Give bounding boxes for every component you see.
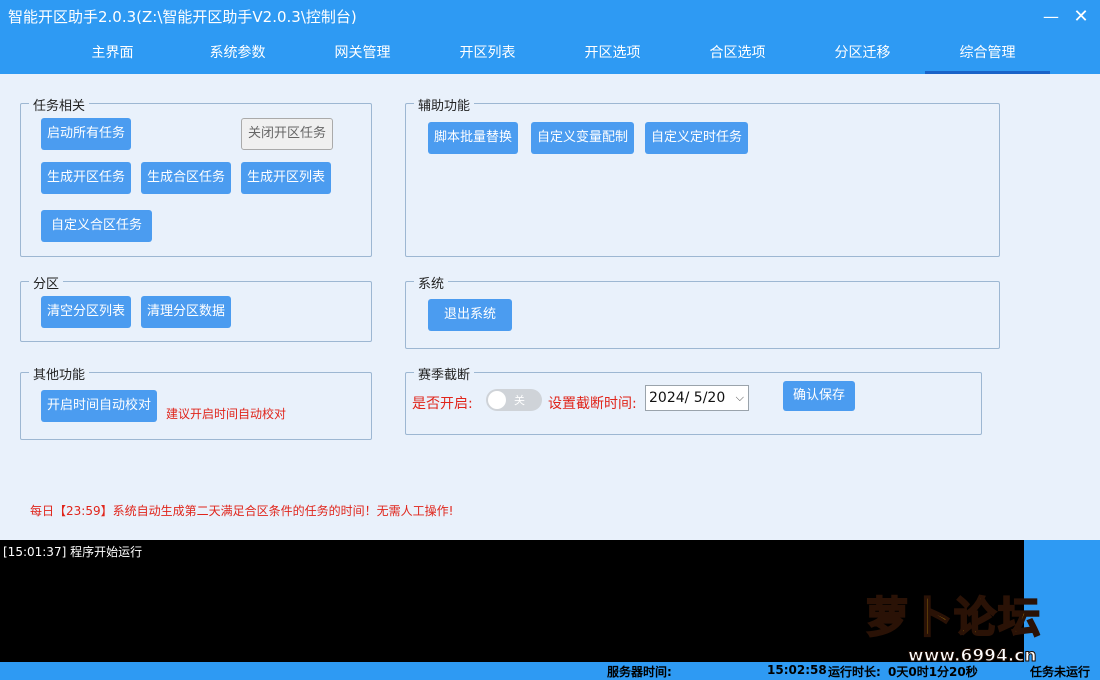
group-other-label: 其他功能 [29, 364, 90, 383]
group-task-label: 任务相关 [29, 95, 90, 114]
group-aux-label: 辅助功能 [414, 95, 475, 114]
tab-system-params[interactable]: 系统参数 [175, 36, 300, 74]
tab-gateway[interactable]: 网关管理 [300, 36, 425, 74]
tab-partition-migrate[interactable]: 分区迁移 [800, 36, 925, 74]
group-partition-label: 分区 [29, 273, 64, 292]
server-time-value: 15:02:58 [767, 663, 827, 677]
season-date-picker[interactable]: 2024/ 5/20 ⌵ [645, 385, 749, 411]
group-aux: 辅助功能 脚本批量替换 自定义变量配制 自定义定时任务 [405, 95, 1000, 257]
tab-open-list[interactable]: 开区列表 [425, 36, 550, 74]
watermark-text: 萝卜论坛 [865, 592, 1043, 643]
clean-partition-data-button[interactable]: 清理分区数据 [141, 296, 232, 328]
close-icon[interactable]: ✕ [1070, 6, 1092, 28]
group-season-label: 赛季截断 [414, 364, 475, 383]
chevron-down-icon: ⌵ [735, 391, 744, 404]
season-time-label: 设置截断时间: [548, 396, 637, 412]
window-title: 智能开区助手2.0.3(Z:\智能开区助手V2.0.3\控制台) [8, 8, 357, 26]
custom-variable-button[interactable]: 自定义变量配制 [531, 122, 635, 154]
gen-merge-task-button[interactable]: 生成合区任务 [141, 162, 232, 194]
main-panel: 任务相关 启动所有任务 关闭开区任务 生成开区任务 生成合区任务 生成开区列表 … [0, 74, 1100, 538]
group-task: 任务相关 启动所有任务 关闭开区任务 生成开区任务 生成合区任务 生成开区列表 … [20, 95, 372, 257]
group-partition: 分区 清空分区列表 清理分区数据 [20, 273, 372, 342]
close-open-task-button[interactable]: 关闭开区任务 [241, 118, 334, 150]
watermark-logo: 萝卜论坛 www.6994.cn [852, 580, 1088, 676]
tab-general-management[interactable]: 综合管理 [925, 36, 1050, 74]
auto-time-sync-button[interactable]: 开启时间自动校对 [41, 390, 158, 422]
custom-merge-task-button[interactable]: 自定义合区任务 [41, 210, 153, 242]
auto-time-hint: 建议开启时间自动校对 [166, 407, 287, 421]
group-system-label: 系统 [414, 273, 449, 292]
clear-partition-list-button[interactable]: 清空分区列表 [41, 296, 132, 328]
season-date-value: 2024/ 5/20 [649, 390, 726, 406]
gen-open-list-button[interactable]: 生成开区列表 [241, 162, 332, 194]
group-system: 系统 退出系统 [405, 273, 1000, 349]
custom-timer-task-button[interactable]: 自定义定时任务 [645, 122, 749, 154]
server-time-label: 服务器时间: [607, 665, 672, 679]
season-save-button[interactable]: 确认保存 [783, 381, 856, 411]
start-all-tasks-button[interactable]: 启动所有任务 [41, 118, 132, 150]
minimize-icon[interactable]: — [1040, 6, 1062, 28]
group-other: 其他功能 开启时间自动校对 建议开启时间自动校对 [20, 364, 372, 440]
footer-note: 每日【23:59】系统自动生成第二天满足合区条件的任务的时间！无需人工操作! [30, 504, 454, 518]
title-bar: 智能开区助手2.0.3(Z:\智能开区助手V2.0.3\控制台) — ✕ 主界面… [0, 0, 1100, 74]
log-line: [15:01:37] 程序开始运行 [3, 545, 143, 559]
season-enable-label: 是否开启: [412, 396, 473, 412]
season-enable-toggle[interactable]: 关 [486, 389, 542, 411]
script-batch-replace-button[interactable]: 脚本批量替换 [428, 122, 519, 154]
toggle-state-label: 关 [514, 394, 525, 407]
tab-merge-options[interactable]: 合区选项 [675, 36, 800, 74]
toggle-knob [488, 391, 506, 409]
exit-system-button[interactable]: 退出系统 [428, 299, 513, 331]
watermark-url: www.6994.cn [907, 646, 1037, 667]
gen-open-task-button[interactable]: 生成开区任务 [41, 162, 132, 194]
tab-main[interactable]: 主界面 [50, 36, 175, 74]
tab-open-options[interactable]: 开区选项 [550, 36, 675, 74]
group-season: 赛季截断 是否开启: 关 设置截断时间: 2024/ 5/20 ⌵ 确认保存 [405, 364, 982, 435]
